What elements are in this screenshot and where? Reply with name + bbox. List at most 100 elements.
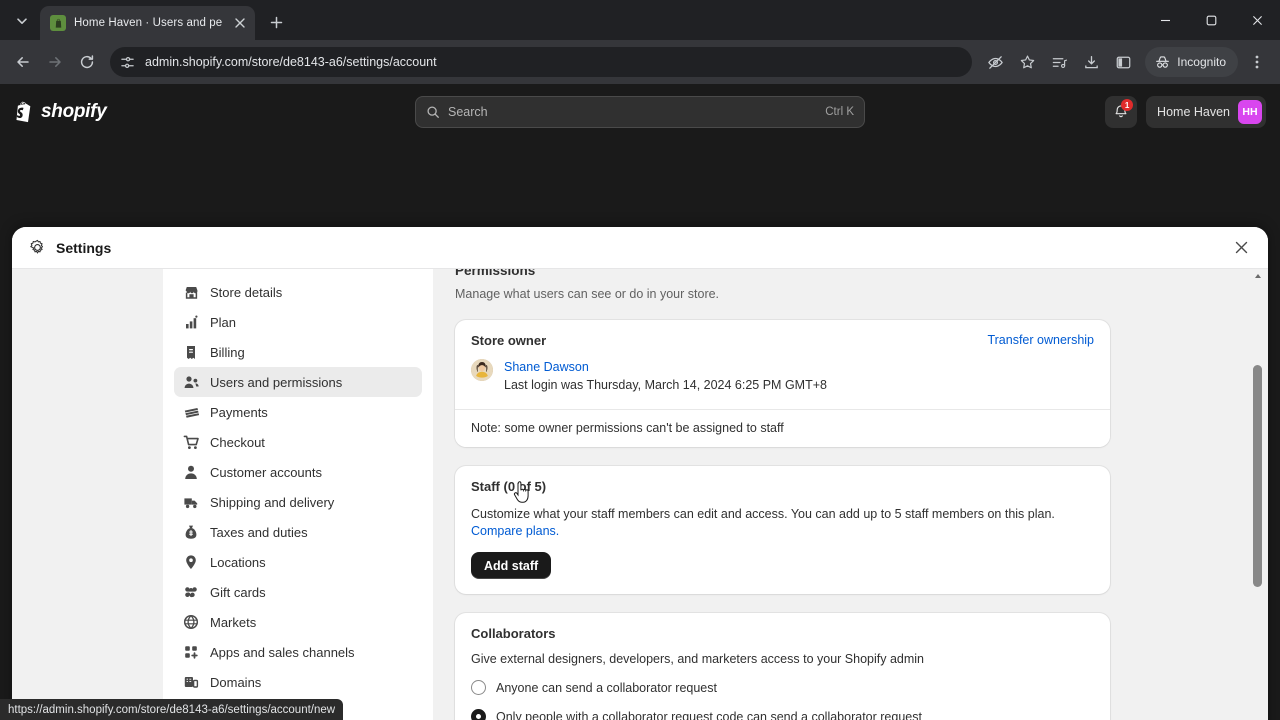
maximize-button[interactable]: [1188, 0, 1234, 40]
sidebar-item-billing[interactable]: Billing: [174, 337, 422, 367]
scroll-up-button[interactable]: [1251, 269, 1264, 282]
reading-list-icon[interactable]: [1044, 47, 1074, 77]
money-bag-icon: [182, 524, 199, 541]
sidebar-item-payments[interactable]: Payments: [174, 397, 422, 427]
sidebar-item-label: Gift cards: [210, 584, 266, 600]
owner-info: Shane Dawson Last login was Thursday, Ma…: [504, 359, 827, 394]
sidebar-item-label: Customer accounts: [210, 464, 322, 480]
collaborator-option-code-only[interactable]: Only people with a collaborator request …: [471, 709, 1094, 720]
payments-icon: [182, 404, 199, 421]
eye-off-icon[interactable]: [980, 47, 1010, 77]
sidebar-item-label: Taxes and duties: [210, 524, 308, 540]
sidebar-item-locations[interactable]: Locations: [174, 547, 422, 577]
radio-button[interactable]: [471, 680, 486, 695]
tab-search-button[interactable]: [8, 7, 36, 35]
bookmark-star-icon[interactable]: [1012, 47, 1042, 77]
tab-close-button[interactable]: [231, 14, 249, 32]
settings-main-panel: Permissions Manage what users can see or…: [433, 269, 1268, 720]
address-bar-url: admin.shopify.com/store/de8143-a6/settin…: [145, 55, 437, 69]
close-modal-button[interactable]: [1228, 235, 1254, 261]
collaborators-description: Give external designers, developers, and…: [471, 652, 925, 666]
window-close-button[interactable]: [1234, 0, 1280, 40]
staff-description: Customize what your staff members can ed…: [471, 507, 1055, 521]
sidebar-item-store-details[interactable]: Store details: [174, 277, 422, 307]
minimize-button[interactable]: [1142, 0, 1188, 40]
notifications-button[interactable]: 1: [1105, 96, 1138, 128]
forward-button[interactable]: [40, 47, 70, 77]
status-url: https://admin.shopify.com/store/de8143-a…: [8, 703, 336, 716]
shopify-logo-text: shopify: [41, 101, 107, 122]
shopify-admin: shopify Search Ctrl K 1 Home Haven HH Se…: [0, 84, 1280, 720]
sidebar-item-apps-and-sales-channels[interactable]: Apps and sales channels: [174, 637, 422, 667]
maximize-icon: [1206, 15, 1216, 25]
sidebar-item-domains[interactable]: Domains: [174, 667, 422, 697]
sidebar-item-label: Billing: [210, 344, 245, 360]
settings-sidebar[interactable]: Store details Plan Billing Users and permis…: [163, 269, 433, 720]
shopify-bag-icon: [50, 15, 66, 31]
shopify-bag-icon: [16, 101, 31, 123]
staff-title: Staff (0 of 5): [471, 479, 547, 494]
sidebar-item-plan[interactable]: Plan: [174, 307, 422, 337]
toolbar-icons: [980, 47, 1138, 77]
collaborators-card-body: Collaborators Give external designers, d…: [455, 613, 1110, 720]
scrollbar-thumb[interactable]: [1253, 365, 1262, 587]
sidebar-item-label: Payments: [210, 404, 268, 420]
chart-bar-icon: [182, 314, 199, 331]
incognito-label: Incognito: [1177, 55, 1226, 69]
page-title: Settings: [56, 239, 112, 256]
transfer-ownership-link[interactable]: Transfer ownership: [987, 333, 1094, 347]
minimize-icon: [1160, 19, 1170, 21]
new-tab-button[interactable]: [262, 8, 290, 36]
browser-toolbar: admin.shopify.com/store/de8143-a6/settin…: [0, 40, 1280, 84]
collaborators-title: Collaborators: [471, 626, 556, 641]
browser-tab[interactable]: Home Haven · Users and permi: [40, 6, 255, 40]
reload-button[interactable]: [72, 47, 102, 77]
three-dot-menu-icon: [1255, 55, 1259, 69]
add-staff-button[interactable]: Add staff: [471, 552, 552, 579]
download-icon[interactable]: [1076, 47, 1106, 77]
users-icon: [182, 374, 199, 391]
browser-window: Home Haven · Users and permi admin.shopi…: [0, 0, 1280, 720]
sidebar-gutter: [12, 269, 163, 720]
main-scrollbar[interactable]: [1251, 269, 1264, 720]
sidebar-item-customer-accounts[interactable]: Customer accounts: [174, 457, 422, 487]
store-owner-card-body: Store owner Transfer ownership Shane Daw…: [455, 320, 1110, 409]
settings-modal: Settings Store details Plan Billing Users a…: [12, 227, 1268, 720]
owner-name-link[interactable]: Shane Dawson: [504, 359, 827, 375]
store-menu-button[interactable]: Home Haven HH: [1146, 96, 1266, 128]
collaborator-option-anyone[interactable]: Anyone can send a collaborator request: [471, 680, 1094, 695]
sidebar-item-checkout[interactable]: Checkout: [174, 427, 422, 457]
apps-grid-icon: [182, 644, 199, 661]
search-wrapper: Search Ctrl K: [354, 96, 926, 128]
domain-icon: [182, 674, 199, 691]
sidebar-item-gift-cards[interactable]: Gift cards: [174, 577, 422, 607]
search-placeholder: Search: [448, 105, 488, 119]
radio-button[interactable]: [471, 709, 486, 720]
store-owner-card-header: Store owner Transfer ownership: [471, 333, 1094, 348]
reload-icon: [80, 55, 94, 69]
back-button[interactable]: [8, 47, 38, 77]
chevron-down-icon: [17, 18, 27, 24]
globe-icon: [182, 614, 199, 631]
compare-plans-link[interactable]: Compare plans.: [471, 524, 1094, 538]
gear-icon: [30, 239, 44, 254]
owner-last-login: Last login was Thursday, March 14, 2024 …: [504, 378, 827, 392]
arrow-back-icon: [17, 57, 29, 67]
tab-strip: Home Haven · Users and permi: [0, 0, 1280, 40]
incognito-indicator[interactable]: Incognito: [1145, 47, 1238, 77]
gift-card-icon: [182, 584, 199, 601]
user-photo-avatar: [471, 359, 493, 381]
sidebar-item-taxes-and-duties[interactable]: Taxes and duties: [174, 517, 422, 547]
sidebar-item-shipping-and-delivery[interactable]: Shipping and delivery: [174, 487, 422, 517]
search-input[interactable]: Search Ctrl K: [415, 96, 865, 128]
side-panel-icon[interactable]: [1108, 47, 1138, 77]
sidebar-item-markets[interactable]: Markets: [174, 607, 422, 637]
browser-menu-button[interactable]: [1242, 47, 1272, 77]
address-bar[interactable]: admin.shopify.com/store/de8143-a6/settin…: [110, 47, 973, 77]
sidebar-item-users-and-permissions[interactable]: Users and permissions: [174, 367, 422, 397]
truck-icon: [182, 494, 199, 511]
search-shortcut: Ctrl K: [825, 106, 854, 118]
sidebar-item-label: Apps and sales channels: [210, 644, 355, 660]
shopify-logo[interactable]: shopify: [14, 101, 354, 123]
sidebar-item-label: Plan: [210, 314, 237, 330]
